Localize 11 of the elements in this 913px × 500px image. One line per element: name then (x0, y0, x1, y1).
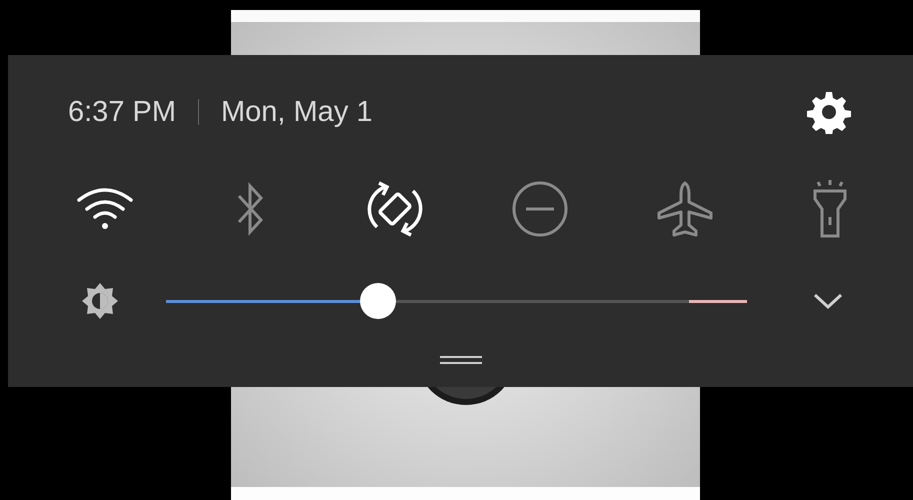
chevron-down-icon[interactable] (813, 292, 843, 310)
wifi-icon (74, 186, 134, 232)
date-text: Mon, May 1 (221, 96, 372, 128)
minus-circle-icon (510, 180, 568, 238)
drag-handle-icon[interactable] (440, 355, 482, 365)
slider-thumb[interactable] (360, 283, 396, 319)
settings-icon[interactable] (807, 90, 851, 134)
airplane-icon (656, 180, 714, 238)
brightness-icon (80, 281, 120, 321)
clock-time: 6:37 PM (68, 96, 176, 128)
rotate-icon (364, 179, 424, 239)
